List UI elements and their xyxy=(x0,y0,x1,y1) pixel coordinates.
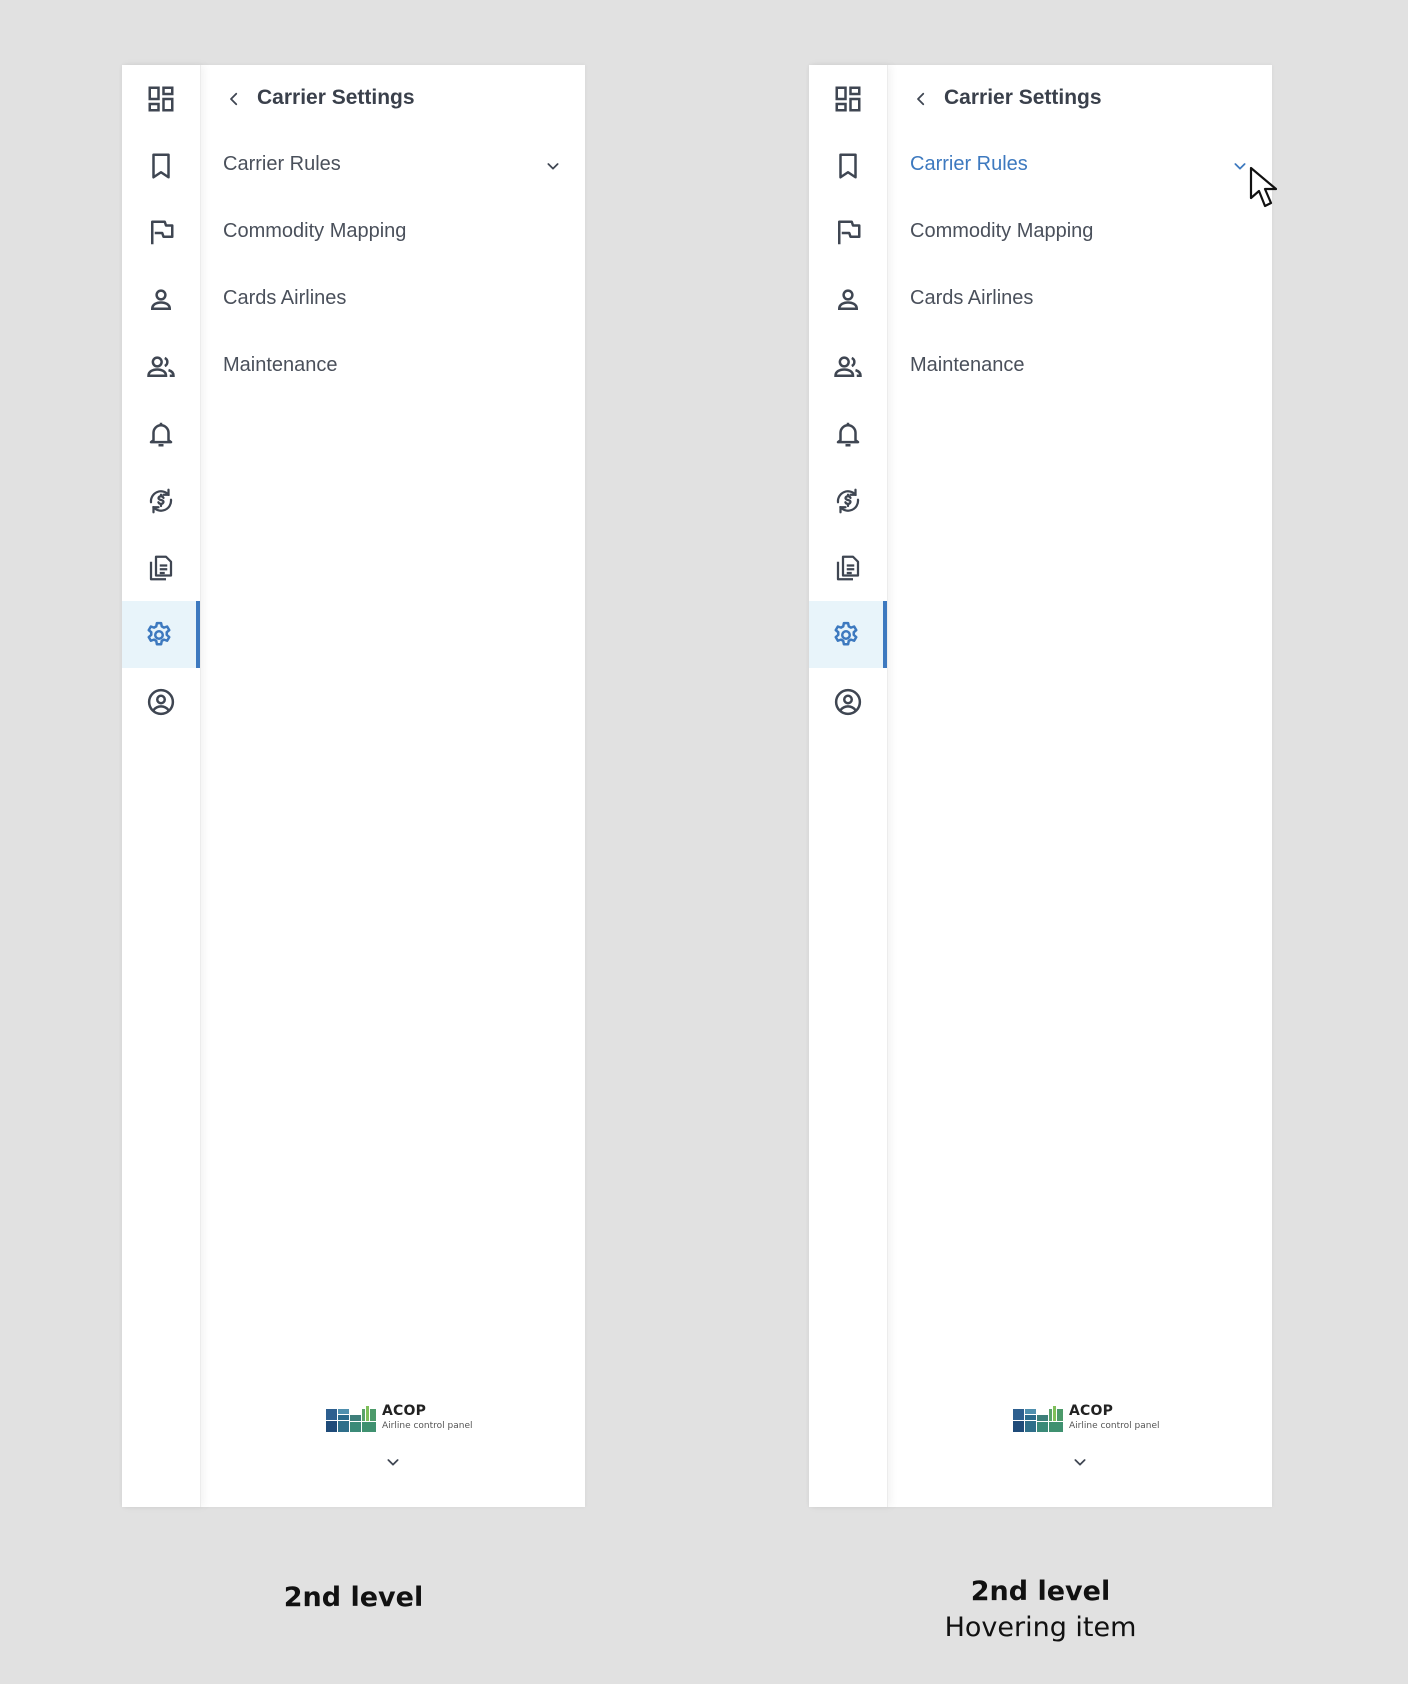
bookmark-icon xyxy=(839,153,857,178)
mouse-cursor-icon xyxy=(1249,166,1278,208)
rail-item-currency-exchange[interactable] xyxy=(809,467,887,534)
menu-item-label: Carrier Rules xyxy=(223,153,341,175)
logo-subtitle: Airline control panel xyxy=(1069,1421,1160,1431)
menu-item-label: Maintenance xyxy=(223,354,338,376)
rail-item-dashboard[interactable] xyxy=(122,65,200,132)
menu-title: Carrier Settings xyxy=(257,86,415,109)
expand-button[interactable] xyxy=(1230,156,1250,176)
menu-header: Carrier Settings xyxy=(887,65,1272,132)
menu-item-label: Commodity Mapping xyxy=(223,220,407,242)
chevron-down-icon xyxy=(547,163,559,170)
rail-item-settings[interactable] xyxy=(122,601,200,668)
back-button[interactable] xyxy=(222,87,246,111)
currency-exchange-icon xyxy=(836,488,860,513)
caption-title: 2nd level xyxy=(970,1576,1111,1607)
caption-subtitle: Hovering item xyxy=(944,1612,1137,1643)
dashboard-icon xyxy=(835,86,861,111)
bookmark-icon xyxy=(152,153,170,178)
rail-item-people[interactable] xyxy=(809,333,887,400)
document-icon xyxy=(149,555,173,580)
people-icon xyxy=(147,355,175,377)
secondary-menu: Carrier Settings Carrier Rules Commodity… xyxy=(200,65,585,1507)
rail-item-settings[interactable] xyxy=(809,601,887,668)
chevron-left-icon xyxy=(917,92,925,106)
footer-expand-button[interactable] xyxy=(1070,1452,1090,1472)
rail-item-account[interactable] xyxy=(809,668,887,735)
rail-item-bookmark[interactable] xyxy=(809,132,887,199)
menu-item-maintenance[interactable]: Maintenance xyxy=(200,333,585,400)
gear-icon xyxy=(834,621,858,645)
acop-logo-mark xyxy=(1013,1406,1063,1432)
dashboard-icon xyxy=(148,86,174,111)
menu-item-label: Commodity Mapping xyxy=(910,220,1094,242)
caption-title: 2nd level xyxy=(283,1582,424,1613)
menu-item-cards-airlines[interactable]: Cards Airlines xyxy=(887,266,1272,333)
chevron-down-icon xyxy=(1074,1459,1086,1466)
account-circle-icon xyxy=(834,688,862,715)
footer-expand-button[interactable] xyxy=(383,1452,403,1472)
chevron-down-icon xyxy=(387,1459,399,1466)
icon-rail xyxy=(122,65,201,1507)
flag-icon xyxy=(151,220,174,244)
rail-item-dashboard[interactable] xyxy=(809,65,887,132)
expand-button[interactable] xyxy=(543,156,563,176)
rail-item-documents[interactable] xyxy=(809,534,887,601)
account-circle-icon xyxy=(147,688,175,715)
menu-item-carrier-rules[interactable]: Carrier Rules xyxy=(200,132,585,199)
menu-item-commodity-mapping[interactable]: Commodity Mapping xyxy=(200,199,585,266)
rail-item-notifications[interactable] xyxy=(122,400,200,467)
document-icon xyxy=(836,555,860,580)
rail-item-people[interactable] xyxy=(122,333,200,400)
gear-icon xyxy=(147,621,171,645)
flag-icon xyxy=(838,220,861,244)
chevron-down-icon xyxy=(1234,163,1246,170)
currency-exchange-icon xyxy=(149,488,173,513)
menu-item-label: Maintenance xyxy=(910,354,1025,376)
menu-item-maintenance[interactable]: Maintenance xyxy=(887,333,1272,400)
logo-subtitle: Airline control panel xyxy=(382,1421,473,1431)
chevron-left-icon xyxy=(230,92,238,106)
menu-item-cards-airlines[interactable]: Cards Airlines xyxy=(200,266,585,333)
acop-logo: ACOP Airline control panel xyxy=(326,1403,473,1437)
menu-item-carrier-rules[interactable]: Carrier Rules xyxy=(887,132,1272,199)
acop-logo-mark xyxy=(326,1406,376,1432)
bell-icon xyxy=(149,422,173,446)
bell-icon xyxy=(836,422,860,446)
rail-item-bookmark[interactable] xyxy=(122,132,200,199)
menu-header: Carrier Settings xyxy=(200,65,585,132)
rail-item-currency-exchange[interactable] xyxy=(122,467,200,534)
acop-logo: ACOP Airline control panel xyxy=(1013,1403,1160,1437)
nav-panel-default: Carrier Settings Carrier Rules Commodity… xyxy=(122,65,585,1507)
logo-name: ACOP xyxy=(382,1403,427,1419)
caption-hovering: 2nd level Hovering item xyxy=(809,1574,1272,1646)
person-icon xyxy=(837,288,859,310)
rail-item-account[interactable] xyxy=(122,668,200,735)
secondary-menu: Carrier Settings Carrier Rules Commodity… xyxy=(887,65,1272,1507)
people-icon xyxy=(834,355,862,377)
rail-item-notifications[interactable] xyxy=(809,400,887,467)
menu-item-label: Carrier Rules xyxy=(910,153,1028,175)
menu-item-label: Cards Airlines xyxy=(223,287,347,309)
menu-item-label: Cards Airlines xyxy=(910,287,1034,309)
nav-panel-hovering: Carrier Settings Carrier Rules Commodity… xyxy=(809,65,1272,1507)
rail-item-flag[interactable] xyxy=(122,199,200,266)
rail-item-documents[interactable] xyxy=(122,534,200,601)
icon-rail xyxy=(809,65,888,1507)
rail-item-person[interactable] xyxy=(122,266,200,333)
rail-item-person[interactable] xyxy=(809,266,887,333)
rail-item-flag[interactable] xyxy=(809,199,887,266)
menu-item-commodity-mapping[interactable]: Commodity Mapping xyxy=(887,199,1272,266)
menu-title: Carrier Settings xyxy=(944,86,1102,109)
person-icon xyxy=(150,288,172,310)
caption-default: 2nd level xyxy=(122,1580,585,1616)
back-button[interactable] xyxy=(909,87,933,111)
logo-name: ACOP xyxy=(1069,1403,1114,1419)
